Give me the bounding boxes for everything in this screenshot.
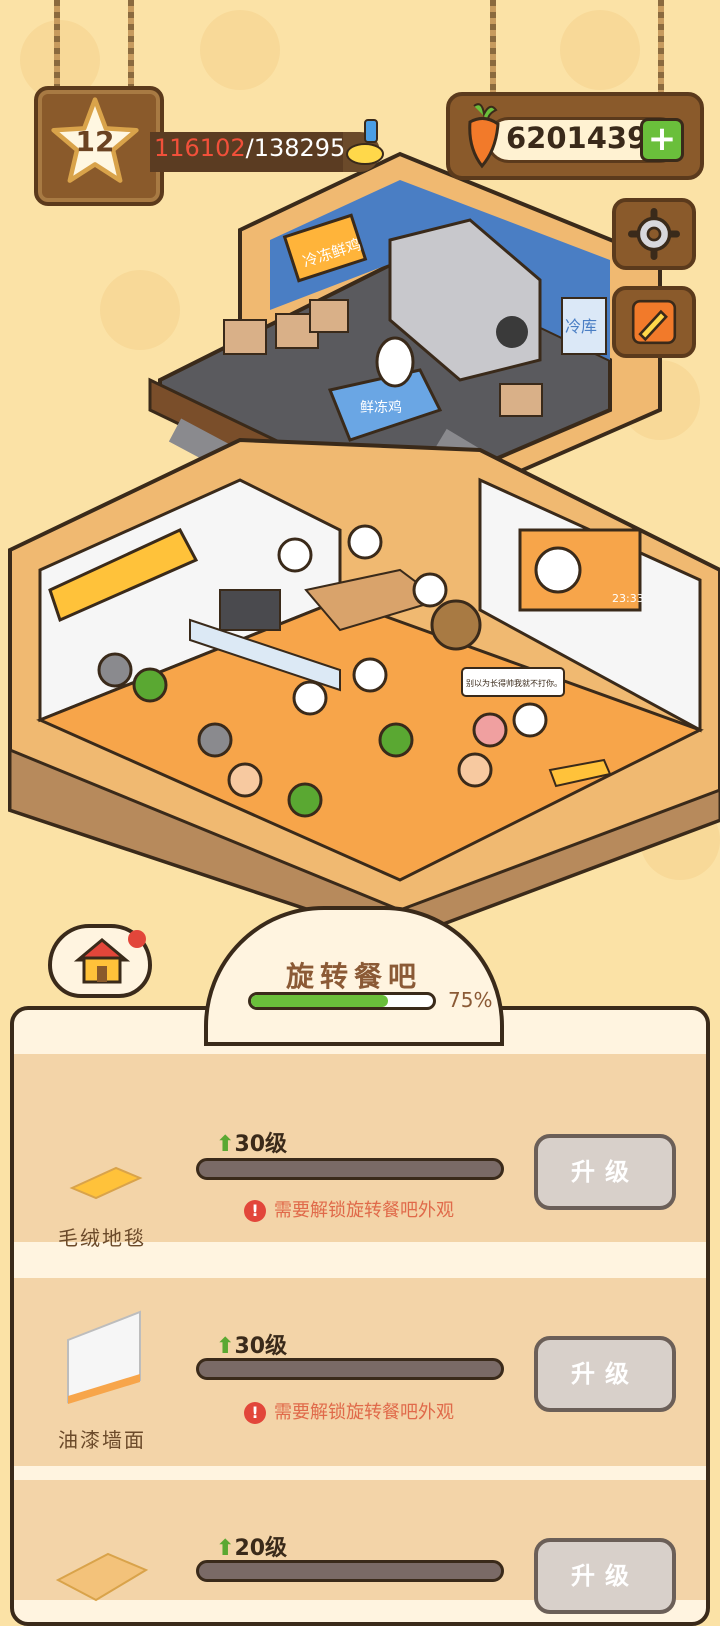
background-pattern (200, 10, 280, 90)
item-level-bar (196, 1358, 504, 1380)
alert-icon: ! (244, 1402, 266, 1424)
notification-dot (128, 930, 146, 948)
house-icon (73, 938, 131, 984)
item-name: 油漆墙面 (58, 1428, 146, 1452)
customer (197, 722, 233, 758)
upgrade-button[interactable]: 升级 (534, 1134, 676, 1210)
customer (132, 667, 168, 703)
customer (227, 762, 263, 798)
truck-wheel (496, 316, 528, 348)
item-lock-text: 需要解锁旋转餐吧外观 (274, 1200, 454, 1221)
customer (287, 782, 323, 818)
worker (277, 537, 313, 573)
speech-text: 别以为长得帅我就不打你。 (466, 678, 562, 688)
stove (219, 589, 281, 631)
alert-icon: ! (244, 1200, 266, 1222)
box (223, 319, 267, 355)
item-level: ⬆30级 (216, 1328, 287, 1360)
plush-carpet-icon (69, 1166, 143, 1200)
item-level-text: 20级 (234, 1536, 288, 1561)
worker (412, 572, 448, 608)
rope (54, 0, 60, 92)
item-name: 毛绒地毯 (58, 1226, 146, 1250)
worker (347, 524, 383, 560)
carrot-icon (468, 103, 500, 169)
box (499, 383, 543, 417)
level-number: 12 (75, 125, 115, 158)
item-level-text: 30级 (234, 1132, 288, 1157)
row-divider (14, 1266, 706, 1278)
xp-current: 116102 (154, 134, 246, 162)
completion-progress-fill (251, 995, 388, 1007)
rope (128, 0, 134, 92)
rope (490, 0, 496, 98)
freezer-sign-text: 冷库 (565, 317, 597, 336)
upgrade-button[interactable]: 升级 (534, 1538, 676, 1614)
item-level-bar (196, 1560, 504, 1582)
decorate-button[interactable] (612, 286, 696, 358)
level-up-arrow-icon: ⬆ (216, 1536, 235, 1561)
item-lock-text: 需要解锁旋转餐吧外观 (274, 1402, 454, 1423)
item-level: ⬆20级 (216, 1530, 287, 1562)
worker (292, 680, 328, 716)
restaurant-scene[interactable]: 冷冻鲜鸡 冷库 鲜冻鸡 23:33 别以为长得帅我就不打你。 (0, 150, 720, 950)
add-carrots-button[interactable]: + (640, 118, 684, 162)
xp-bottle-icon (346, 119, 384, 165)
cauldron (430, 599, 482, 651)
item-level: ⬆30级 (216, 1126, 287, 1158)
box (309, 299, 349, 333)
level-up-arrow-icon: ⬆ (216, 1334, 235, 1359)
counter-text: 鲜冻鸡 (360, 399, 402, 416)
completion-progress-text: 75% (448, 988, 493, 1012)
item-level-text: 30级 (234, 1334, 288, 1359)
row-divider (14, 1468, 706, 1480)
customer (378, 722, 414, 758)
xp-total: /138295 (245, 134, 346, 162)
carrot-amount: 6201439 (506, 121, 648, 155)
level-up-arrow-icon: ⬆ (216, 1132, 235, 1157)
background-pattern (560, 10, 640, 90)
customer (472, 712, 508, 748)
clock-text: 23:33 (612, 592, 644, 605)
painted-wall-icon (67, 1310, 141, 1404)
worker (352, 657, 388, 693)
item-level-bar (196, 1158, 504, 1180)
item-lock-message: ! 需要解锁旋转餐吧外观 (244, 1398, 454, 1424)
item-lock-message: ! 需要解锁旋转餐吧外观 (244, 1196, 454, 1222)
upgrade-button[interactable]: 升级 (534, 1336, 676, 1412)
customer (97, 652, 133, 688)
bunny-worker (375, 336, 415, 388)
rope (658, 0, 664, 98)
xp-text: 116102/138295 (154, 134, 345, 162)
chicken-mascot (534, 546, 582, 594)
floor-tile-icon (55, 1552, 149, 1602)
settings-button[interactable] (612, 198, 696, 270)
paint-brush-icon (631, 299, 677, 345)
customer (512, 702, 548, 738)
gear-icon (628, 208, 680, 260)
customer (457, 752, 493, 788)
